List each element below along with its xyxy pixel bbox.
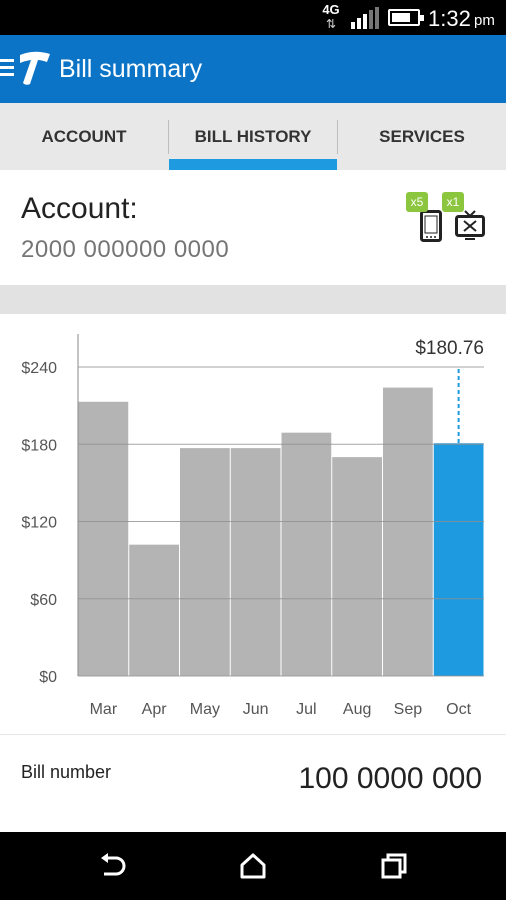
back-icon[interactable] [96,850,130,882]
system-nav-bar [0,832,506,900]
x-tick-label: May [190,701,220,718]
account-heading: Account: [21,192,138,225]
telstra-logo-icon[interactable] [16,49,52,87]
home-icon[interactable] [236,850,270,882]
app-bar: Bill summary [0,35,506,103]
tab-selected-indicator [169,159,337,170]
tab-services[interactable]: SERVICES [338,103,506,170]
highlight-value-label: $180.76 [415,338,484,359]
mobile-services[interactable]: x5 [406,192,446,242]
chart-bar-jul[interactable] [281,432,332,676]
x-tick-label: Mar [90,701,118,718]
bill-number-row[interactable]: Bill number 100 0000 000 [0,735,506,832]
network-activity-icon: ⇅ [325,17,337,31]
account-section: Account: 2000 000000 0000 x5 x1 [0,170,506,285]
chart-bar-apr[interactable] [129,544,179,676]
status-bar: 4G ⇅ 1:32 pm [0,0,506,35]
recent-apps-icon[interactable] [376,850,410,882]
y-tick-label: $240 [21,360,57,377]
chart-bar-jun[interactable] [230,448,281,676]
page-title: Bill summary [59,55,203,83]
signal-strength-icon [351,7,379,29]
bill-number-label: Bill number [21,762,112,782]
bill-history-chart: $0 $60 $120 $180 $240 Mar Apr May Jun Jul Aug Sep Oc… [0,314,506,734]
clock-ampm: pm [474,12,495,29]
chart-bar-oct[interactable] [433,443,484,676]
tv-count-badge: x1 [442,192,464,212]
menu-icon[interactable] [0,59,14,77]
network-type: 4G [322,2,340,17]
chart-bar-sep[interactable] [383,387,433,676]
mobile-count-badge: x5 [406,192,428,212]
x-tick-label: Jul [296,701,316,718]
tab-account[interactable]: ACCOUNT [0,103,168,170]
section-spacer [0,285,506,314]
bill-history-chart-svg: $0 $60 $120 $180 $240 Mar Apr May Jun Jul Aug Sep Oc… [21,334,484,718]
y-tick-label: $60 [30,592,57,609]
x-tick-label: Apr [142,701,168,718]
battery-icon [388,9,424,26]
chart-bar-aug[interactable] [332,457,382,676]
bill-number-value: 100 0000 000 [298,762,482,795]
x-tick-label: Aug [343,701,371,718]
y-tick-label: $180 [21,437,57,454]
mobile-phone-icon [420,210,442,242]
y-tick-label: $0 [39,669,57,686]
y-tick-label: $120 [21,515,57,532]
x-tick-label: Sep [394,701,423,718]
broadband-tv-icon [455,210,485,240]
tv-services[interactable]: x1 [442,192,488,242]
x-tick-label: Oct [446,701,471,718]
clock-time: 1:32 [428,6,471,31]
chart-bar-mar[interactable] [78,401,129,676]
chart-bar-may[interactable] [180,448,230,676]
x-tick-label: Jun [243,701,269,718]
account-number: 2000 000000 0000 [21,236,230,263]
